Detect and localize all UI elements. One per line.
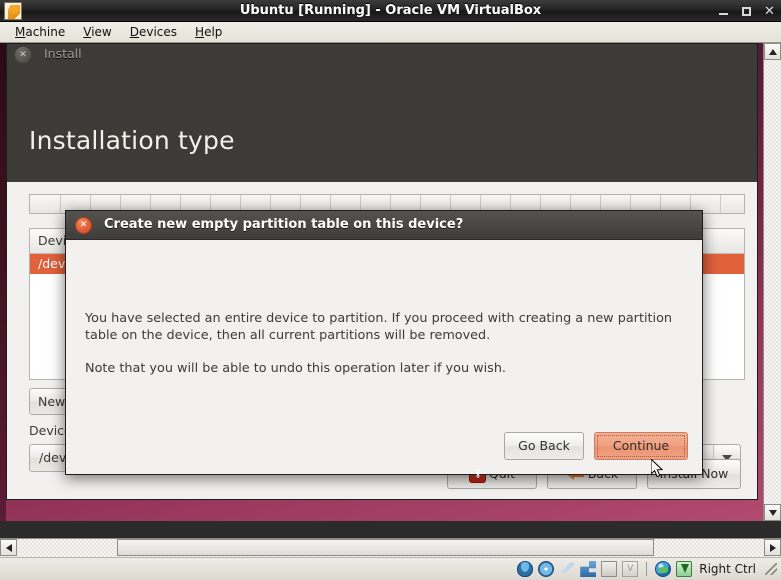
dialog-paragraph-2: Note that you will be able to undo this … <box>85 361 506 376</box>
dialog-titlebar: ✕ Create new empty partition table on th… <box>66 211 702 240</box>
dialog-title: Create new empty partition table on this… <box>104 217 464 232</box>
menu-view[interactable]: View <box>74 23 120 41</box>
virtualbox-icon <box>4 2 22 20</box>
installer-close-icon[interactable]: ✕ <box>15 47 31 63</box>
remote-desktop-icon[interactable] <box>655 561 672 577</box>
scroll-right-button[interactable] <box>764 539 781 556</box>
menu-devices[interactable]: Devices <box>121 23 186 41</box>
window-controls: ✕ <box>718 0 775 22</box>
page-title: Installation type <box>29 126 235 155</box>
shared-folder-icon[interactable] <box>601 561 618 577</box>
host-drive-icon[interactable] <box>676 561 693 577</box>
continue-button[interactable]: Continue <box>594 432 688 460</box>
go-back-button[interactable]: Go Back <box>504 432 584 460</box>
dialog-paragraph-1: You have selected an entire device to pa… <box>85 311 673 343</box>
cd-dvd-icon[interactable] <box>538 561 555 577</box>
vm-vertical-scrollbar[interactable] <box>763 43 781 521</box>
scroll-left-button[interactable] <box>0 539 17 556</box>
resize-grip[interactable] <box>765 563 777 575</box>
minimize-icon[interactable] <box>718 6 729 17</box>
dialog-button-row: Go Back Continue <box>504 432 688 460</box>
installer-header: ✕ Install Installation type <box>7 44 757 182</box>
menu-help[interactable]: Help <box>186 23 231 41</box>
installer-window-title: Install <box>44 46 82 61</box>
installer-titlebar: ✕ Install <box>7 44 757 66</box>
virtualbox-titlebar: Ubuntu [Running] - Oracle VM VirtualBox … <box>0 0 781 22</box>
scroll-down-button[interactable] <box>764 504 781 521</box>
hard-disk-icon[interactable] <box>517 561 534 577</box>
menu-machine[interactable]: MMachineachine <box>6 23 74 41</box>
vm-display-area: ✕ Install Installation type Device New D… <box>0 43 781 538</box>
window-title: Ubuntu [Running] - Oracle VM VirtualBox <box>239 3 542 18</box>
dialog-close-icon[interactable]: ✕ <box>75 217 92 234</box>
maximize-icon[interactable] <box>741 6 752 17</box>
dialog-body: You have selected an entire device to pa… <box>66 240 702 474</box>
ubuntu-desktop: ✕ Install Installation type Device New D… <box>0 43 763 521</box>
usb-icon[interactable] <box>560 561 575 573</box>
scroll-up-button[interactable] <box>764 43 781 60</box>
vm-horizontal-scrollbar[interactable] <box>0 538 781 557</box>
close-icon[interactable]: ✕ <box>764 5 775 18</box>
confirm-partition-table-dialog: ✕ Create new empty partition table on th… <box>65 210 703 475</box>
horizontal-scroll-thumb[interactable] <box>117 539 654 556</box>
display-icon[interactable]: V <box>622 561 639 577</box>
network-icon[interactable] <box>580 561 597 577</box>
virtualbox-window: Ubuntu [Running] - Oracle VM VirtualBox … <box>0 0 781 580</box>
host-key-label: Right Ctrl <box>699 562 756 576</box>
statusbar-divider <box>646 562 648 576</box>
virtualbox-statusbar: V Right Ctrl <box>0 557 781 580</box>
menubar: MMachineachine View Devices Help <box>0 22 781 43</box>
